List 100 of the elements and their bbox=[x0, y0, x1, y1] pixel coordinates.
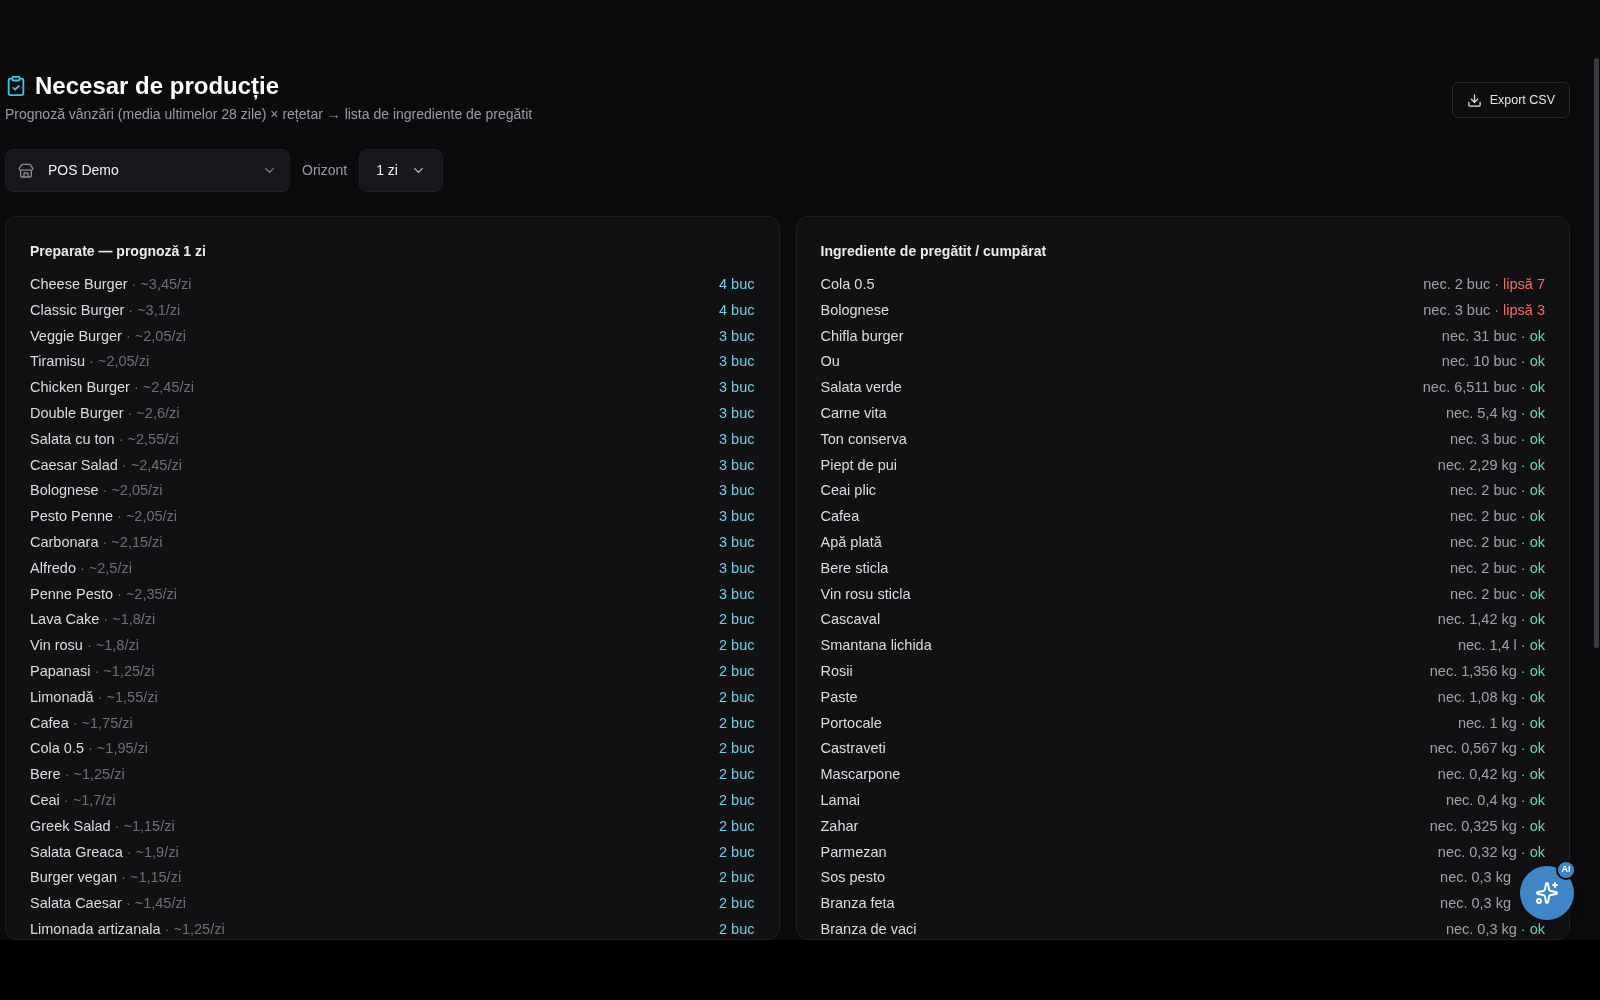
dish-name: Pesto Penne bbox=[30, 507, 114, 527]
ingredient-name: Castraveti bbox=[820, 739, 886, 759]
dish-name: Alfredo bbox=[30, 558, 76, 578]
ingredient-need: nec. 2 buc bbox=[1449, 584, 1517, 604]
ingredient-status: · ok bbox=[1520, 842, 1545, 862]
dish-quantity: 3 buc bbox=[719, 404, 755, 423]
dish-rate: · ~2,05/zi bbox=[125, 326, 186, 346]
dish-name: Vin rosu bbox=[30, 636, 83, 656]
dish-quantity: 2 buc bbox=[719, 790, 755, 810]
dish-name: Lava Cake bbox=[30, 610, 100, 630]
ingredient-status: · ok bbox=[1520, 507, 1545, 527]
download-icon bbox=[1466, 92, 1482, 108]
ingredient-status: · ok bbox=[1520, 816, 1545, 836]
dish-rate: · ~2,45/zi bbox=[121, 455, 182, 475]
dish-rate: · ~2,05/zi bbox=[117, 507, 178, 527]
ingredient-name: Bolognese bbox=[820, 300, 890, 320]
ingredient-status: · ok bbox=[1520, 790, 1545, 810]
dish-name: Cola 0.5 bbox=[30, 739, 84, 759]
ingredient-status: · ok bbox=[1520, 739, 1545, 759]
dish-rate: · ~1,8/zi bbox=[103, 610, 156, 630]
dish-quantity: 3 buc bbox=[719, 352, 755, 372]
sparkles-icon bbox=[1535, 881, 1559, 905]
ingredient-status: · ok bbox=[1520, 481, 1545, 501]
ingredient-need: nec. 0,42 kg bbox=[1437, 765, 1517, 785]
clipboard-check-icon bbox=[5, 75, 27, 97]
dish-quantity: 3 buc bbox=[719, 429, 755, 449]
dish-rate: · ~1,15/zi bbox=[121, 868, 182, 888]
ingredient-name: Chifla burger bbox=[820, 326, 904, 346]
ingredient-need: nec. 2 buc bbox=[1449, 481, 1517, 501]
ingredient-need: nec. 0,325 kg bbox=[1429, 816, 1517, 836]
ingredient-need: nec. 0,567 kg bbox=[1429, 739, 1517, 759]
dish-quantity: 2 buc bbox=[719, 661, 755, 681]
ingredient-name: Mascarpone bbox=[820, 765, 901, 785]
ingredient-status: · ok bbox=[1520, 765, 1545, 785]
ingredient-name: Vin rosu sticla bbox=[820, 584, 911, 604]
dish-rate: · ~2,15/zi bbox=[102, 533, 163, 552]
dish-rate: · ~1,9/zi bbox=[126, 842, 179, 862]
ingredient-need: nec. 0,3 kg bbox=[1445, 919, 1517, 939]
dish-name: Salata Caesar bbox=[30, 894, 122, 914]
dish-rate: · ~1,15/zi bbox=[114, 816, 175, 836]
ingredient-name: Ou bbox=[820, 352, 840, 372]
ingredient-need: nec. 1,356 kg bbox=[1429, 661, 1517, 681]
dish-name: Cheese Burger bbox=[30, 275, 128, 294]
horizon-label: Orizont bbox=[302, 161, 348, 180]
dish-rate: · ~2,6/zi bbox=[127, 404, 180, 423]
ingredient-name: Ton conserva bbox=[820, 429, 907, 449]
ingredient-status: · ok bbox=[1520, 610, 1545, 630]
ingredient-need: nec. 0,4 kg bbox=[1445, 790, 1517, 810]
ingredient-name: Parmezan bbox=[820, 842, 887, 862]
ingredient-status: · ok bbox=[1520, 404, 1545, 423]
dish-rate: · ~1,25/zi bbox=[164, 919, 225, 939]
dish-name: Cafea bbox=[30, 713, 69, 733]
dish-quantity: 3 buc bbox=[719, 378, 755, 398]
ingredient-need: nec. 2 buc bbox=[1449, 558, 1517, 578]
ingredient-need: nec. 3 buc bbox=[1449, 429, 1517, 449]
dish-quantity: 3 buc bbox=[719, 584, 755, 604]
ingredient-name: Lamai bbox=[820, 790, 860, 810]
dish-quantity: 2 buc bbox=[719, 739, 755, 759]
ingredient-need: nec. 1,4 l bbox=[1458, 636, 1517, 656]
dish-rate: · ~2,55/zi bbox=[118, 429, 179, 449]
dish-quantity: 2 buc bbox=[719, 919, 755, 939]
ingredient-need: nec. 31 buc bbox=[1441, 326, 1517, 346]
ingredient-status: · ok bbox=[1520, 326, 1545, 346]
ingredient-name: Smantana lichida bbox=[820, 636, 932, 656]
ingredient-name: Bere sticla bbox=[820, 558, 889, 578]
ingredient-name: Carne vita bbox=[820, 404, 887, 423]
dish-rate: · ~2,5/zi bbox=[79, 558, 132, 578]
dish-name: Veggie Burger bbox=[30, 326, 122, 346]
dish-name: Limonadă bbox=[30, 687, 94, 707]
dish-quantity: 3 buc bbox=[719, 326, 755, 346]
dish-quantity: 3 buc bbox=[719, 507, 755, 527]
dish-rate: · ~2,05/zi bbox=[89, 352, 150, 372]
card-title: Ingrediente de pregătit / cumpărat bbox=[820, 242, 1048, 261]
dish-quantity: 2 buc bbox=[719, 842, 755, 862]
ingredient-status: · ok bbox=[1520, 919, 1545, 939]
ingredient-status: · ok bbox=[1520, 713, 1545, 733]
ingredient-need: nec. 3 buc bbox=[1423, 300, 1491, 320]
dish-rate: · ~3,45/zi bbox=[131, 275, 192, 294]
dish-rate: · ~1,8/zi bbox=[86, 636, 139, 656]
ingredient-need: nec. 5,4 kg bbox=[1445, 404, 1517, 423]
dish-quantity: 3 buc bbox=[719, 455, 755, 475]
ingredient-name: Ceai plic bbox=[820, 481, 877, 501]
dish-quantity: 2 buc bbox=[719, 816, 755, 836]
ingredient-status: · ok bbox=[1520, 558, 1545, 578]
ingredient-status: · ok bbox=[1520, 661, 1545, 681]
horizon-select[interactable]: 1 zi bbox=[359, 149, 444, 192]
ingredient-name: Branza de vaci bbox=[820, 919, 917, 939]
dish-name: Burger vegan bbox=[30, 868, 118, 888]
location-select[interactable]: POS Demo bbox=[5, 149, 290, 192]
ingredient-need: nec. 0,32 kg bbox=[1437, 842, 1517, 862]
dish-quantity: 3 buc bbox=[719, 533, 755, 552]
ingredient-name: Rosii bbox=[820, 661, 853, 681]
ingredient-need: nec. 0,3 kg bbox=[1440, 894, 1511, 914]
dish-quantity: 2 buc bbox=[719, 687, 755, 707]
dish-name: Bere bbox=[30, 765, 61, 785]
ingredient-status: · ok bbox=[1520, 455, 1545, 475]
ingredient-status: · ok bbox=[1520, 636, 1545, 656]
ingredient-name: Zahar bbox=[820, 816, 859, 836]
export-csv-button[interactable]: Export CSV bbox=[1451, 82, 1570, 118]
dish-quantity: 4 buc bbox=[719, 275, 755, 294]
